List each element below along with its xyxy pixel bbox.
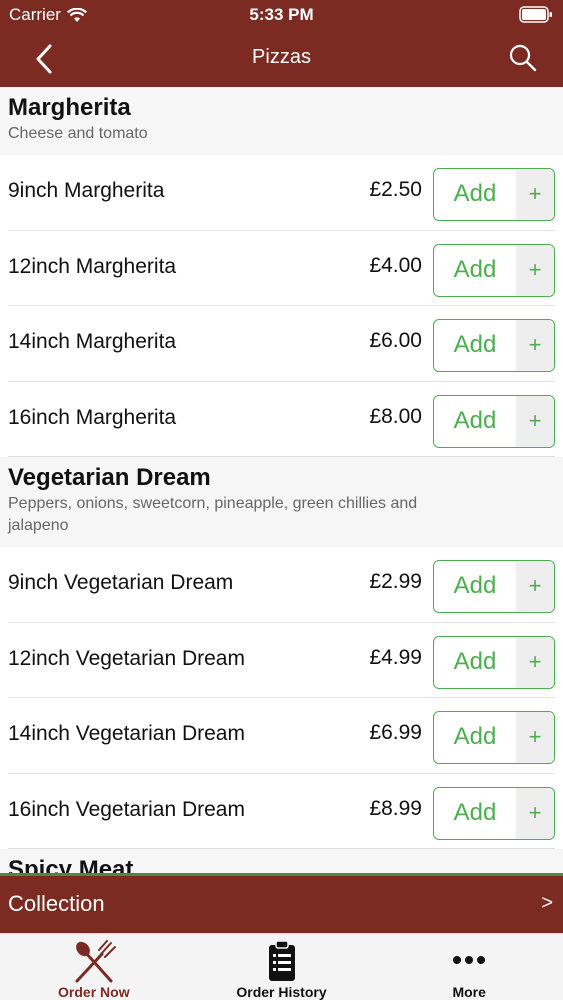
add-button[interactable]: Add + [433,168,555,221]
item-price: £4.99 [369,645,422,669]
item-price: £8.99 [369,796,422,820]
plus-icon: + [516,712,554,763]
item-name: 12inch Vegetarian Dream [8,646,245,670]
item-name: 16inch Vegetarian Dream [8,797,245,821]
add-button-label: Add [453,723,497,750]
tab-label: More [452,984,486,1000]
add-button-label: Add [453,331,497,358]
nav-bar: Pizzas [0,30,563,87]
add-button[interactable]: Add + [433,243,555,297]
section-title: Spicy Meat [8,856,134,874]
menu-item-row: 16inch Margherita £8.00 Add + [0,381,563,457]
tab-more[interactable]: More [375,934,563,1000]
menu-item-row: 9inch Vegetarian Dream £2.99 Add + [0,547,563,623]
section-header: Margherita Cheese and tomato [0,87,563,155]
item-price: £2.99 [369,570,422,593]
item-name: 12inch Margherita [8,254,177,278]
add-button-label: Add [453,647,497,675]
menu-item-row: 14inch Margherita £6.00 Add + [0,306,563,382]
more-dots-icon [453,956,486,964]
plus-icon: + [516,636,554,688]
section-title: Margherita [8,94,131,121]
menu-list[interactable]: Margherita Cheese and tomato 9inch Margh… [0,87,563,873]
section-header: Vegetarian Dream Peppers, onions, sweetc… [0,457,563,547]
item-name: 9inch Vegetarian Dream [8,571,234,594]
section-title: Vegetarian Dream [8,464,211,491]
page-title: Pizzas [252,46,311,68]
add-button[interactable]: Add + [433,635,555,689]
add-button[interactable]: Add + [433,560,555,613]
plus-icon: + [516,561,554,612]
menu-item-row: 14inch Vegetarian Dream £6.99 Add + [0,698,563,774]
item-name: 14inch Vegetarian Dream [8,722,245,745]
add-button-label: Add [453,798,497,826]
item-name: 16inch Margherita [8,405,177,429]
menu-item-row: 12inch Vegetarian Dream £4.99 Add + [0,622,563,698]
add-button[interactable]: Add + [433,394,555,448]
status-time: 5:33 PM [249,5,314,24]
item-price: £4.00 [369,253,422,277]
tab-label: Order History [236,984,327,1000]
search-icon[interactable] [507,42,539,74]
item-price: £6.00 [369,329,422,352]
tab-bar: Order Now Order History More [0,933,563,1000]
collection-bar[interactable]: Collection > [0,873,563,933]
section-description: Peppers, onions, sweetcorn, pineapple, g… [8,495,418,534]
item-name: 9inch Margherita [8,179,165,202]
menu-item-row: 16inch Vegetarian Dream £8.99 Add + [0,773,563,849]
plus-icon: + [516,320,554,371]
item-price: £2.50 [369,178,422,201]
add-button-label: Add [453,572,497,599]
clipboard-list-icon [268,940,295,981]
plus-icon: + [516,787,554,839]
add-button-label: Add [453,406,497,434]
plus-icon: + [516,395,554,447]
tab-order-history[interactable]: Order History [188,934,376,1000]
add-button[interactable]: Add + [433,786,555,840]
chevron-right-icon: > [541,892,553,914]
battery-icon [519,6,552,23]
plus-icon: + [516,244,554,296]
menu-item-row: 9inch Margherita £2.50 Add + [0,155,563,231]
item-price: £8.00 [369,404,422,428]
add-button[interactable]: Add + [433,711,555,764]
status-bar: Carrier 5:33 PM [0,0,563,30]
section-header: Spicy Meat [0,849,563,873]
add-button-label: Add [453,180,497,207]
add-button[interactable]: Add + [433,319,555,372]
item-price: £6.99 [369,721,422,744]
tab-order-now[interactable]: Order Now [0,934,188,1000]
fork-spoon-icon [75,940,116,983]
item-name: 14inch Margherita [8,330,177,353]
add-button-label: Add [453,255,497,283]
section-description: Cheese and tomato [8,125,148,142]
tab-label: Order Now [58,984,130,1000]
plus-icon: + [516,169,554,220]
menu-item-row: 12inch Margherita £4.00 Add + [0,230,563,306]
collection-label: Collection [8,891,105,916]
